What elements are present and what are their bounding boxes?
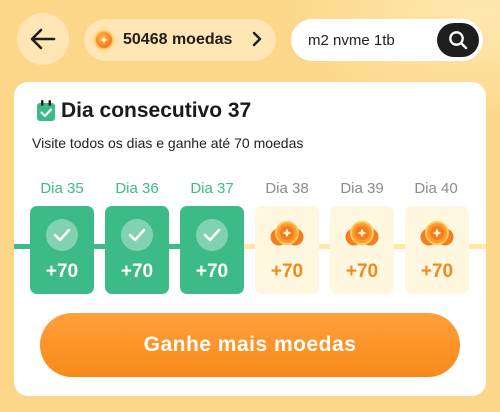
day-reward: +70	[345, 261, 379, 282]
day-tile-claimed: +70	[180, 206, 244, 294]
search-input[interactable]: m2 nvme 1tb	[291, 19, 483, 61]
coin-stack-icon	[270, 221, 304, 246]
day-label: Dia 38	[265, 180, 309, 197]
coin-balance-button[interactable]: ✦ 50468 moedas	[84, 19, 276, 61]
day-label: Dia 39	[340, 180, 384, 197]
day-tile-upcoming: +70	[330, 206, 394, 294]
day-reward: +70	[120, 261, 154, 282]
day-tile-upcoming: +70	[405, 206, 469, 294]
day-reward: +70	[45, 261, 79, 282]
arrow-left-icon	[30, 28, 56, 50]
search-button[interactable]	[437, 23, 479, 57]
search-icon	[449, 31, 468, 50]
checkin-title-row: Dia consecutivo 37	[36, 99, 251, 123]
day-tile-upcoming: +70	[255, 206, 319, 294]
day-label: Dia 40	[414, 180, 458, 197]
day-tile-claimed: +70	[105, 206, 169, 294]
day-reward: +70	[420, 261, 454, 282]
search-query-text: m2 nvme 1tb	[308, 31, 395, 49]
checkin-subtitle: Visite todos os dias e ganhe até 70 moed…	[32, 135, 304, 151]
day-reward: +70	[270, 261, 304, 282]
day-tile-claimed: +70	[30, 206, 94, 294]
coin-stack-icon	[420, 221, 454, 246]
coin-stack-icon	[345, 221, 379, 246]
check-icon	[121, 219, 153, 251]
top-bar: ✦ 50468 moedas m2 nvme 1tb	[0, 0, 500, 80]
checkin-title: Dia consecutivo 37	[61, 99, 252, 122]
calendar-check-icon	[37, 100, 55, 121]
checkin-card: Dia consecutivo 37 Visite todos os dias …	[14, 82, 486, 396]
coin-icon: ✦	[94, 30, 114, 50]
check-icon	[46, 219, 78, 251]
check-icon	[196, 219, 228, 251]
day-reward: +70	[195, 261, 229, 282]
earn-more-coins-button[interactable]: Ganhe mais moedas	[40, 313, 460, 377]
coin-balance-text: 50468 moedas	[123, 31, 233, 48]
day-label: Dia 36	[115, 180, 159, 197]
day-label: Dia 35	[40, 180, 84, 197]
back-button[interactable]	[17, 13, 69, 65]
chevron-right-icon	[252, 31, 262, 47]
day-label: Dia 37	[190, 180, 234, 197]
